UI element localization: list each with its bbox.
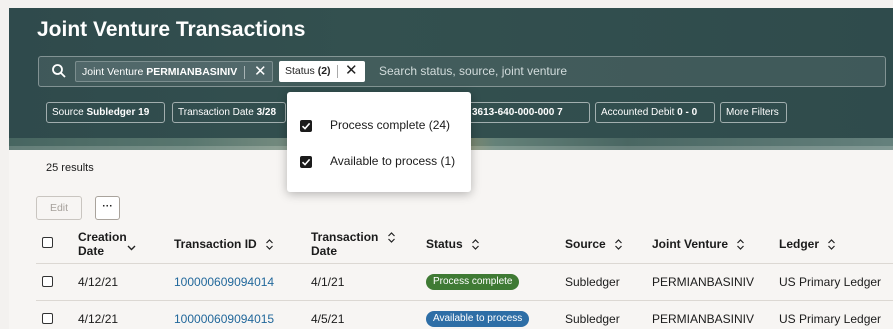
status-badge: Process complete <box>426 274 520 290</box>
option-available-to-process[interactable]: Available to process (1) <box>300 154 455 168</box>
edit-button[interactable]: Edit <box>36 196 82 220</box>
cell-source: Subledger <box>565 275 620 289</box>
option-label: Available to process (1) <box>330 154 456 168</box>
row-divider <box>36 300 893 301</box>
column-creation-date-line1: Creation <box>78 230 127 244</box>
status-badge: Available to process <box>426 311 530 327</box>
column-creation-date-line2: Date <box>78 244 105 258</box>
option-process-complete[interactable]: Process complete (24) <box>300 118 450 132</box>
page-title: Joint Venture Transactions <box>37 18 306 41</box>
filter-account-value: 3613-640-000-000 <box>472 107 555 118</box>
status-chip[interactable]: Status (2) ✕ <box>279 61 365 82</box>
sort-icon <box>737 239 745 251</box>
cell-joint-venture: PERMIANBASINIV <box>652 312 755 326</box>
column-joint-venture-label: Joint Venture <box>652 237 729 251</box>
filter-account-count: 7 <box>557 107 563 118</box>
filter-source-label: Source <box>52 107 84 118</box>
column-creation-date[interactable]: Creation Date <box>78 230 136 258</box>
chip-divider <box>337 64 339 78</box>
checkbox-checked-icon[interactable] <box>300 119 312 132</box>
search-icon <box>52 64 66 78</box>
chip-status-count: (2) <box>317 65 331 77</box>
filter-debit-value: 0 - 0 <box>677 107 698 118</box>
sort-icon <box>828 239 836 251</box>
cell-creation-date: 4/12/21 <box>78 275 119 289</box>
chip-status-label: Status <box>285 65 315 77</box>
filter-account[interactable]: 3613-640-000-000 7 <box>466 102 590 123</box>
chip-jv-value: PERMIANBASINIV <box>146 66 238 78</box>
more-actions-button[interactable]: ··· <box>95 196 120 220</box>
cell-ledger: US Primary Ledger <box>779 312 882 326</box>
sort-icon <box>615 239 622 251</box>
more-filters-button[interactable]: More Filters <box>720 102 787 123</box>
column-source-label: Source <box>565 237 606 251</box>
filter-date-value: 3/28 <box>256 107 277 118</box>
option-label: Process complete (24) <box>330 118 451 132</box>
chevron-down-icon <box>127 245 136 251</box>
column-status[interactable]: Status <box>426 237 480 251</box>
search-input[interactable]: Search status, source, joint venture <box>379 64 567 78</box>
filter-debit-label: Accounted Debit <box>601 107 675 118</box>
sort-icon <box>266 239 273 251</box>
column-transaction-date-line1: Transaction <box>311 230 379 244</box>
cell-source: Subledger <box>565 312 620 326</box>
row-checkbox[interactable] <box>42 276 53 287</box>
column-ledger-label: Ledger <box>779 237 820 251</box>
column-transaction-id[interactable]: Transaction ID <box>174 237 274 251</box>
search-bar[interactable]: Joint Venture PERMIANBASINIV ✕ Status (2… <box>38 56 886 87</box>
filter-source-value: Subledger <box>86 107 136 118</box>
column-transaction-date-line2: Date <box>311 244 338 258</box>
cell-creation-date: 4/12/21 <box>78 312 119 326</box>
column-source[interactable]: Source <box>565 237 623 251</box>
filter-date-label: Transaction Date <box>178 107 254 118</box>
chip-jv-prefix: Joint Venture <box>82 66 144 78</box>
transaction-id-link[interactable]: 100000609094014 <box>174 275 274 289</box>
filter-source-count: 19 <box>138 107 150 118</box>
column-ledger[interactable]: Ledger <box>779 237 836 251</box>
column-joint-venture[interactable]: Joint Venture <box>652 237 745 251</box>
filter-transaction-date[interactable]: Transaction Date 3/28 <box>172 102 286 123</box>
column-transaction-date[interactable]: Transaction Date <box>311 230 378 258</box>
checkbox-checked-icon[interactable] <box>300 155 312 168</box>
close-icon[interactable]: ✕ <box>254 62 267 81</box>
results-count: 25 results <box>46 162 94 174</box>
sort-icon <box>388 232 395 243</box>
column-status-label: Status <box>426 237 463 251</box>
cell-ledger: US Primary Ledger <box>779 275 882 289</box>
sort-icon <box>472 239 479 251</box>
cell-joint-venture: PERMIANBASINIV <box>652 275 755 289</box>
row-checkbox[interactable] <box>42 313 53 324</box>
filter-accounted-debit[interactable]: Accounted Debit 0 - 0 <box>595 102 715 123</box>
joint-venture-chip[interactable]: Joint Venture PERMIANBASINIV ✕ <box>75 61 273 82</box>
cell-transaction-date: 4/1/21 <box>311 275 345 289</box>
select-all-checkbox[interactable] <box>42 237 53 248</box>
filter-source[interactable]: Source Subledger 19 <box>46 102 165 123</box>
column-transaction-id-label: Transaction ID <box>174 237 257 251</box>
cell-transaction-date: 4/5/21 <box>311 312 345 326</box>
transaction-id-link[interactable]: 100000609094015 <box>174 312 274 326</box>
close-icon[interactable]: ✕ <box>345 61 358 80</box>
chip-divider <box>244 65 246 79</box>
row-divider <box>36 263 893 264</box>
status-filter-dropdown: Process complete (24) Available to proce… <box>287 92 471 192</box>
